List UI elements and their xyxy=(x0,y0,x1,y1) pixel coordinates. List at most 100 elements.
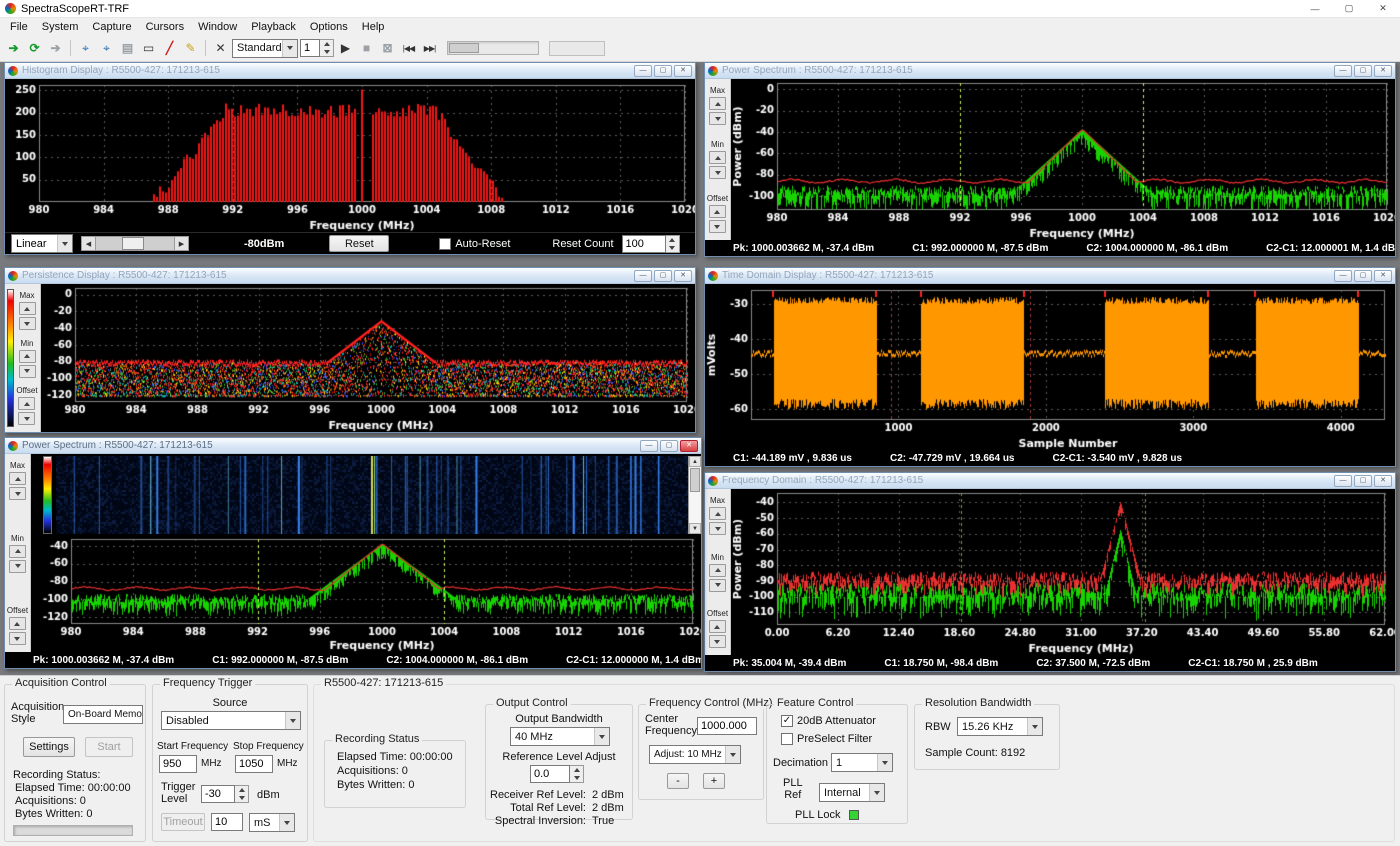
rbw-combo[interactable]: 15.26 KHz xyxy=(957,717,1043,736)
start-button[interactable]: Start xyxy=(85,737,133,757)
app-maximize-button[interactable]: ▢ xyxy=(1332,0,1366,17)
app-titlebar[interactable]: SpectraScopeRT-TRF — ▢ ✕ xyxy=(0,0,1400,18)
trigger-level-spinner[interactable] xyxy=(201,785,249,803)
max-up-button[interactable] xyxy=(19,302,36,315)
offset-down-button[interactable] xyxy=(709,220,726,233)
window-titlebar[interactable]: Power Spectrum : R5500-427: 171213-615 —… xyxy=(705,63,1395,79)
scroll-left-icon[interactable]: ◀ xyxy=(81,236,96,251)
attenuator-checkbox[interactable]: ✓ 20dB Attenuator xyxy=(781,715,876,727)
reset-count-spinner[interactable] xyxy=(622,235,680,253)
output-bandwidth-combo[interactable]: 40 MHz xyxy=(510,727,610,746)
line-tool-icon[interactable]: ╱ xyxy=(160,39,179,58)
minimize-button[interactable]: — xyxy=(634,270,652,282)
close-capture-icon[interactable]: ⊠ xyxy=(378,39,397,58)
auto-reset-checkbox[interactable]: Auto-Reset xyxy=(439,238,510,250)
max-up-button[interactable] xyxy=(9,472,26,485)
scroll-down-icon[interactable]: ▼ xyxy=(689,523,701,534)
checkbox-box[interactable]: ✓ xyxy=(781,715,793,727)
spectrogram-chart[interactable] xyxy=(56,456,688,534)
min-up-button[interactable] xyxy=(709,151,726,164)
maximize-button[interactable]: ▢ xyxy=(1354,270,1372,282)
run-icon[interactable]: ➔ xyxy=(4,39,23,58)
scale-combo[interactable]: Linear xyxy=(11,234,73,253)
reset-button[interactable]: Reset xyxy=(329,235,389,252)
max-up-button[interactable] xyxy=(709,97,726,110)
max-down-button[interactable] xyxy=(709,522,726,535)
min-up-button[interactable] xyxy=(19,350,36,363)
settings-button[interactable]: Settings xyxy=(23,737,75,757)
zoom-vertical-icon[interactable]: ⌖ xyxy=(97,39,116,58)
menu-file[interactable]: File xyxy=(3,20,35,34)
window-titlebar[interactable]: Time Domain Display : R5500-427: 171213-… xyxy=(705,268,1395,284)
menu-help[interactable]: Help xyxy=(355,20,392,34)
count-spinner[interactable] xyxy=(300,39,334,57)
close-button[interactable]: ✕ xyxy=(680,440,698,452)
menu-playback[interactable]: Playback xyxy=(244,20,303,34)
checkbox-box[interactable] xyxy=(781,733,793,745)
select-rect-icon[interactable]: ▭ xyxy=(139,39,158,58)
min-up-button[interactable] xyxy=(709,564,726,577)
checkbox-box[interactable] xyxy=(439,238,451,250)
power-spectrum-chart[interactable] xyxy=(31,536,701,652)
histogram-scrollbar[interactable]: ◀ ▶ xyxy=(81,236,189,251)
power-spectrum-chart[interactable] xyxy=(731,79,1395,240)
window-titlebar[interactable]: Persistence Display : R5500-427: 171213-… xyxy=(5,268,695,284)
stop-icon[interactable]: ■ xyxy=(357,39,376,58)
maximize-button[interactable]: ▢ xyxy=(654,270,672,282)
seekbar-thumb[interactable] xyxy=(449,43,479,53)
count-input[interactable] xyxy=(300,39,320,57)
max-down-button[interactable] xyxy=(709,112,726,125)
scroll-right-icon[interactable]: ▶ xyxy=(174,236,189,251)
app-minimize-button[interactable]: — xyxy=(1298,0,1332,17)
stop-frequency-input[interactable] xyxy=(235,755,273,773)
trigger-source-combo[interactable]: Disabled xyxy=(161,711,301,730)
play-icon[interactable]: ▶ xyxy=(336,39,355,58)
scrollbar-thumb[interactable] xyxy=(122,237,144,250)
close-button[interactable]: ✕ xyxy=(1374,475,1392,487)
maximize-button[interactable]: ▢ xyxy=(1354,65,1372,77)
zoom-horizontal-icon[interactable]: ⌖ xyxy=(76,39,95,58)
close-button[interactable]: ✕ xyxy=(674,270,692,282)
acquisition-style-combo[interactable]: On-Board Memory xyxy=(63,705,143,724)
timeout-input[interactable] xyxy=(211,813,243,831)
offset-up-button[interactable] xyxy=(18,397,35,410)
restart-icon[interactable]: ⟳ xyxy=(25,39,44,58)
frequency-increment-button[interactable]: + xyxy=(703,773,725,789)
min-down-button[interactable] xyxy=(9,560,26,573)
menu-system[interactable]: System xyxy=(35,20,86,34)
close-button[interactable]: ✕ xyxy=(674,65,692,77)
adjust-step-combo[interactable]: Adjust: 10 MHz xyxy=(649,745,741,764)
trigger-level-input[interactable] xyxy=(201,785,235,803)
playback-seekbar[interactable] xyxy=(447,41,539,55)
window-titlebar[interactable]: Histogram Display : R5500-427: 171213-61… xyxy=(5,63,695,79)
menu-window[interactable]: Window xyxy=(191,20,244,34)
offset-up-button[interactable] xyxy=(9,617,26,630)
max-down-button[interactable] xyxy=(19,317,36,330)
max-up-button[interactable] xyxy=(709,507,726,520)
minimize-button[interactable]: — xyxy=(1334,65,1352,77)
close-button[interactable]: ✕ xyxy=(1374,65,1392,77)
panel-view-icon[interactable]: ▤ xyxy=(118,39,137,58)
timeout-button[interactable]: Timeout xyxy=(161,813,205,831)
menu-capture[interactable]: Capture xyxy=(85,20,138,34)
offset-down-button[interactable] xyxy=(709,635,726,648)
frequency-domain-chart[interactable] xyxy=(731,489,1395,655)
skip-forward-icon[interactable]: ▶▶| xyxy=(420,39,439,58)
skip-back-icon[interactable]: |◀◀ xyxy=(399,39,418,58)
close-button[interactable]: ✕ xyxy=(1374,270,1392,282)
clear-icon[interactable]: ✕ xyxy=(211,39,230,58)
maximize-button[interactable]: ▢ xyxy=(654,65,672,77)
offset-down-button[interactable] xyxy=(18,412,35,425)
maximize-button[interactable]: ▢ xyxy=(660,440,678,452)
offset-up-button[interactable] xyxy=(709,205,726,218)
persistence-chart[interactable] xyxy=(41,284,695,432)
min-up-button[interactable] xyxy=(9,545,26,558)
pencil-icon[interactable]: ✎ xyxy=(181,39,200,58)
minimize-button[interactable]: — xyxy=(640,440,658,452)
pll-ref-combo[interactable]: Internal xyxy=(819,783,885,802)
minimize-button[interactable]: — xyxy=(1334,270,1352,282)
minimize-button[interactable]: — xyxy=(1334,475,1352,487)
preselect-checkbox[interactable]: PreSelect Filter xyxy=(781,733,872,745)
center-frequency-input[interactable] xyxy=(697,717,757,735)
menu-cursors[interactable]: Cursors xyxy=(139,20,192,34)
